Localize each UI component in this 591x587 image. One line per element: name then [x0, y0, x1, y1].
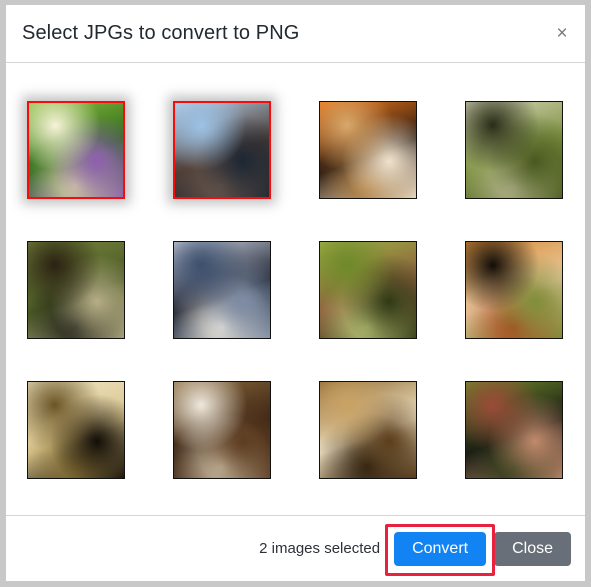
thumbnail-7[interactable] [319, 241, 417, 339]
thumbnail-image [174, 382, 270, 478]
dialog: Select JPGs to convert to PNG × 2 images… [6, 5, 585, 581]
thumbnail-image [175, 103, 269, 197]
close-button[interactable]: Close [494, 531, 571, 566]
page-title: Select JPGs to convert to PNG [22, 22, 300, 44]
thumbnail-2[interactable] [173, 101, 271, 199]
thumbnail-image [28, 242, 124, 338]
thumbnail-image [320, 102, 416, 198]
thumbnail-3[interactable] [319, 101, 417, 199]
thumbnail-grid [27, 63, 585, 479]
thumbnail-10[interactable] [173, 381, 271, 479]
thumbnail-image [29, 103, 123, 197]
selection-count-label: 2 images selected [259, 540, 381, 557]
thumbnail-image [320, 382, 416, 478]
thumbnail-12[interactable] [465, 381, 563, 479]
thumbnail-6[interactable] [173, 241, 271, 339]
thumbnail-9[interactable] [27, 381, 125, 479]
dialog-header: Select JPGs to convert to PNG × [6, 5, 585, 63]
thumbnail-image [466, 102, 562, 198]
thumbnail-image [28, 382, 124, 478]
thumbnail-area [6, 63, 585, 515]
thumbnail-image [466, 382, 562, 478]
convert-button[interactable]: Convert [394, 531, 487, 566]
close-icon[interactable]: × [547, 19, 577, 49]
dialog-footer: 2 images selected Convert Close [6, 515, 585, 581]
window-frame: Select JPGs to convert to PNG × 2 images… [0, 0, 591, 587]
thumbnail-image [174, 242, 270, 338]
thumbnail-4[interactable] [465, 101, 563, 199]
thumbnail-11[interactable] [319, 381, 417, 479]
thumbnail-8[interactable] [465, 241, 563, 339]
thumbnail-1[interactable] [27, 101, 125, 199]
thumbnail-image [320, 242, 416, 338]
thumbnail-image [466, 242, 562, 338]
thumbnail-5[interactable] [27, 241, 125, 339]
